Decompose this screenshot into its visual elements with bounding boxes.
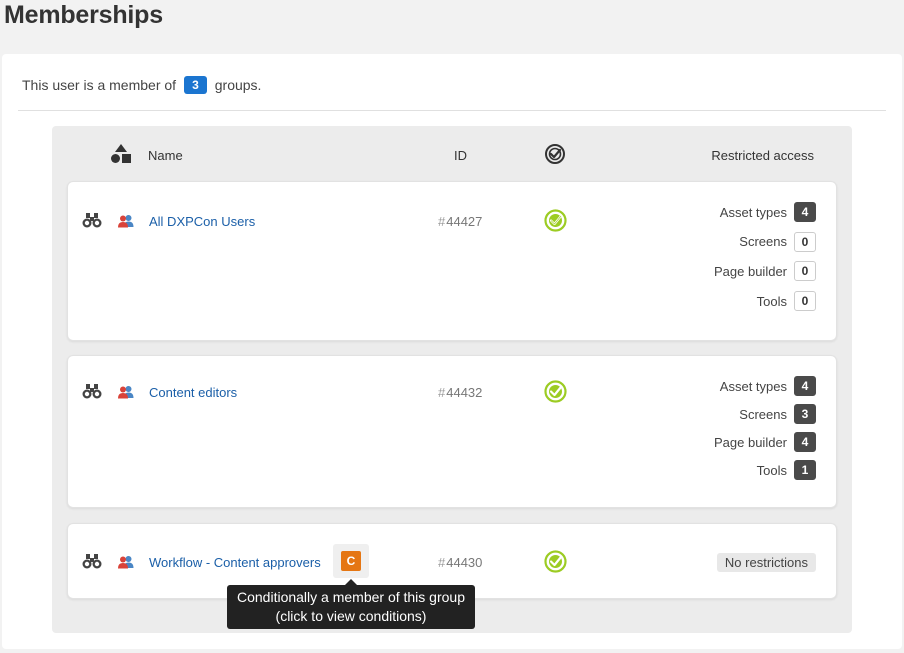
restriction-count: 0 [794,291,816,312]
divider [18,110,886,111]
group-id: #44427 [438,214,483,229]
restriction-count: 3 [794,404,816,424]
group-card: All DXPCon Users #44427 Asset types 4 Sc… [67,181,837,341]
group-name-link[interactable]: Content editors [149,385,237,400]
group-id: #44430 [438,555,483,570]
restriction-row[interactable]: Page builder 4 [714,432,816,452]
membership-summary: This user is a member of 3 groups. [22,76,261,94]
group-count-badge: 3 [184,76,207,94]
check-circle-icon [544,380,567,408]
group-name-link[interactable]: Workflow - Content approvers [149,555,321,570]
group-card: Content editors #44432 Asset types 4 Scr… [67,355,837,508]
header-id[interactable]: ID [454,148,467,163]
binoculars-icon[interactable] [82,212,102,233]
conditional-badge: C [341,551,361,571]
header-restricted-access: Restricted access [711,148,814,163]
restriction-count: 1 [794,460,816,480]
summary-suffix: groups. [214,77,262,93]
shapes-icon [110,144,132,167]
header-name[interactable]: Name [148,148,183,163]
users-icon [118,214,134,233]
page-title: Memberships [4,1,163,29]
groups-table: Name ID Restricted access All DXPCon Use… [52,126,852,633]
restriction-count: 4 [794,202,816,222]
users-icon [118,385,134,404]
tooltip-line-2: (click to view conditions) [275,608,427,624]
table-header: Name ID Restricted access [52,126,852,182]
restriction-count: 0 [794,261,816,282]
restriction-count: 4 [794,432,816,452]
binoculars-icon[interactable] [82,553,102,574]
restriction-count: 0 [794,231,816,252]
conditional-membership-button[interactable]: C [333,544,369,578]
restriction-row[interactable]: Tools 1 [714,460,816,480]
check-circle-icon [544,209,567,237]
restriction-row[interactable]: Page builder 0 [714,261,816,282]
check-circle-outline-icon [544,143,566,168]
restriction-row[interactable]: Asset types 4 [714,376,816,396]
memberships-panel: This user is a member of 3 groups. Name … [2,54,902,649]
no-restrictions-badge: No restrictions [716,553,816,572]
restrictions-list: Asset types 4 Screens 3 Page builder 4 T… [714,376,816,488]
group-id: #44432 [438,385,483,400]
conditional-tooltip: Conditionally a member of this group (cl… [227,579,475,629]
group-name-link[interactable]: All DXPCon Users [149,214,255,229]
restriction-row[interactable]: Screens 0 [714,231,816,252]
binoculars-icon[interactable] [82,383,102,404]
restriction-row[interactable]: Tools 0 [714,291,816,312]
users-icon [118,555,134,574]
tooltip-line-1: Conditionally a member of this group [236,589,465,605]
restriction-row[interactable]: Screens 3 [714,404,816,424]
restrictions-list: Asset types 4 Screens 0 Page builder 0 T… [714,202,816,321]
restriction-row[interactable]: Asset types 4 [714,202,816,222]
summary-prefix: This user is a member of [22,77,177,93]
restriction-count: 4 [794,376,816,396]
check-circle-icon [544,550,567,578]
